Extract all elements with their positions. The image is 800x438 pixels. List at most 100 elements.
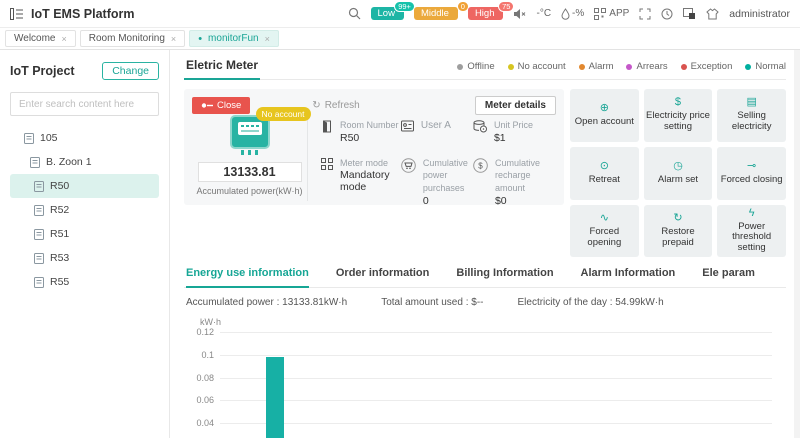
stat-accumulated-power: Accumulated power : 13133.81kW·h xyxy=(186,297,348,309)
normal-dot-icon xyxy=(745,63,752,70)
close-icon[interactable]: × xyxy=(265,34,270,44)
qr-code-icon xyxy=(594,7,607,20)
tab-electric-meter[interactable]: Eletric Meter xyxy=(184,56,261,80)
meter-node-icon xyxy=(30,156,40,168)
skin-shirt-icon[interactable] xyxy=(706,7,720,20)
tree-item-label: R51 xyxy=(50,228,70,240)
menu-icon[interactable] xyxy=(10,7,23,20)
energy-bar-chart: kW·h 00.020.040.060.080.10.1200:0001:000… xyxy=(184,314,786,438)
tab-room-monitoring[interactable]: Room Monitoring × xyxy=(79,30,186,47)
legend-label: Offline xyxy=(467,61,495,72)
tab-energy-use-information[interactable]: Energy use information xyxy=(186,267,309,289)
field-label: Cumulative recharge amount xyxy=(494,157,540,194)
close-icon[interactable]: × xyxy=(171,34,176,44)
action-forced-opening[interactable]: ∿ Forced opening xyxy=(570,204,639,258)
dollar-coin-icon: $ xyxy=(473,157,488,173)
meter-actions: ⊕ Open account $ Electricity price setting… xyxy=(570,89,786,258)
close-icon[interactable]: × xyxy=(62,34,67,44)
field-cumulative-purchases: Cumulative power purchases 0 xyxy=(401,157,473,207)
search-icon[interactable] xyxy=(348,7,361,20)
project-sidebar: IoT Project Change 105 B. Zoon 1 R50 R52 xyxy=(0,50,170,438)
tab-monitorfun[interactable]: • monitorFun × xyxy=(189,30,279,47)
app-title: IoT EMS Platform xyxy=(31,6,135,21)
low-badge-count: 99+ xyxy=(394,0,415,13)
app-header: IoT EMS Platform Low 99+ Middle 0 High 7… xyxy=(0,0,800,28)
field-cumulative-recharge: $ Cumulative recharge amount $0 xyxy=(473,157,556,207)
action-restore-prepaid[interactable]: ↻ Restore prepaid xyxy=(643,204,713,258)
tab-alarm-information[interactable]: Alarm Information xyxy=(581,267,676,287)
speaker-mute-icon[interactable] xyxy=(513,8,526,20)
action-retreat[interactable]: ⊙ Retreat xyxy=(570,146,639,200)
tab-order-information[interactable]: Order information xyxy=(336,267,430,287)
action-alarm-set[interactable]: ◷ Alarm set xyxy=(643,146,713,200)
action-label: Retreat xyxy=(588,173,620,185)
info-tabs: Energy use information Order information… xyxy=(184,267,786,289)
action-power-threshold-setting[interactable]: ϟ Power threshold setting xyxy=(717,204,786,258)
forced-opening-icon: ∿ xyxy=(599,211,609,224)
cart-icon xyxy=(401,157,416,173)
selling-electricity-icon: ▤ xyxy=(746,96,757,109)
legend-offline: Offline xyxy=(457,61,495,72)
meter-node-icon xyxy=(34,180,44,192)
accumulated-power-caption: Accumulated power(kW·h) xyxy=(196,186,303,196)
tree-item-b-zoon-1[interactable]: B. Zoon 1 xyxy=(10,150,159,174)
alarm-level-low-badge[interactable]: Low 99+ xyxy=(370,0,415,21)
power-threshold-icon: ϟ xyxy=(748,206,755,219)
svg-text:$: $ xyxy=(478,161,483,170)
legend-label: Exception xyxy=(690,61,733,72)
app-qr-button[interactable]: APP xyxy=(594,7,630,20)
restore-prepaid-icon: ↻ xyxy=(673,211,683,224)
refresh-button[interactable]: ↻ Refresh xyxy=(312,100,359,111)
tree-item-r53[interactable]: R53 xyxy=(10,246,159,270)
mode-grid-icon xyxy=(321,157,333,170)
sidebar-search-input[interactable] xyxy=(10,92,159,116)
accumulated-power-value: 13133.81 xyxy=(197,162,302,182)
sidebar-title: IoT Project xyxy=(10,64,75,78)
field-value: $0 xyxy=(494,194,507,207)
forced-closing-icon: ⊸ xyxy=(747,159,757,172)
meter-details-button[interactable]: Meter details xyxy=(474,96,556,115)
tab-welcome[interactable]: Welcome × xyxy=(5,30,76,47)
close-button-label: Close xyxy=(217,100,242,111)
app-label: APP xyxy=(609,8,630,19)
tree-item-r55[interactable]: R55 xyxy=(10,270,159,294)
close-switch-button[interactable]: Close xyxy=(192,97,251,114)
tab-ele-param[interactable]: Ele param xyxy=(702,267,755,287)
meter-node-icon xyxy=(34,228,44,240)
clock-icon[interactable] xyxy=(661,8,673,20)
change-project-button[interactable]: Change xyxy=(102,62,159,80)
bar-00:00[interactable] xyxy=(266,357,285,438)
user-card-icon xyxy=(400,120,414,132)
field-label: Cumulative power purchases xyxy=(422,157,468,194)
tree-item-r52[interactable]: R52 xyxy=(10,198,159,222)
middle-badge-label: Middle xyxy=(420,7,449,19)
tree-item-105[interactable]: 105 xyxy=(10,126,159,150)
tree-item-label: R55 xyxy=(50,276,70,288)
tree-item-r50[interactable]: R50 xyxy=(10,174,159,198)
field-value: 0 xyxy=(422,194,429,207)
action-selling-electricity[interactable]: ▤ Selling electricity xyxy=(717,89,786,142)
action-forced-closing[interactable]: ⊸ Forced closing xyxy=(717,146,786,200)
tab-billing-information[interactable]: Billing Information xyxy=(456,267,553,287)
legend-label: Alarm xyxy=(588,61,614,72)
fullscreen-icon[interactable] xyxy=(639,8,651,20)
field-label: User A xyxy=(420,120,451,131)
alarm-level-high-badge[interactable]: High 75 xyxy=(467,0,515,21)
tab-room-monitoring-label: Room Monitoring xyxy=(88,33,165,44)
stat-total-amount-used: Total amount used : $-- xyxy=(381,297,484,309)
action-electricity-price-setting[interactable]: $ Electricity price setting xyxy=(643,89,713,142)
field-label: Meter mode xyxy=(340,157,389,168)
alarm-set-icon: ◷ xyxy=(673,159,683,172)
tree-item-r51[interactable]: R51 xyxy=(10,222,159,246)
energy-stats: Accumulated power : 13133.81kW·h Total a… xyxy=(184,288,786,314)
action-open-account[interactable]: ⊕ Open account xyxy=(570,89,639,142)
switch-icon xyxy=(201,103,213,108)
current-user[interactable]: administrator xyxy=(729,8,790,20)
vertical-scrollbar[interactable] xyxy=(794,50,800,438)
legend-arrears: Arrears xyxy=(626,61,668,72)
theme-layers-icon[interactable] xyxy=(683,7,696,20)
alarm-level-middle-badge[interactable]: Middle 0 xyxy=(413,0,469,21)
stat-electricity-of-day: Electricity of the day : 54.99kW·h xyxy=(517,297,664,309)
retreat-icon: ⊙ xyxy=(599,159,609,172)
high-badge-count: 75 xyxy=(498,0,515,13)
